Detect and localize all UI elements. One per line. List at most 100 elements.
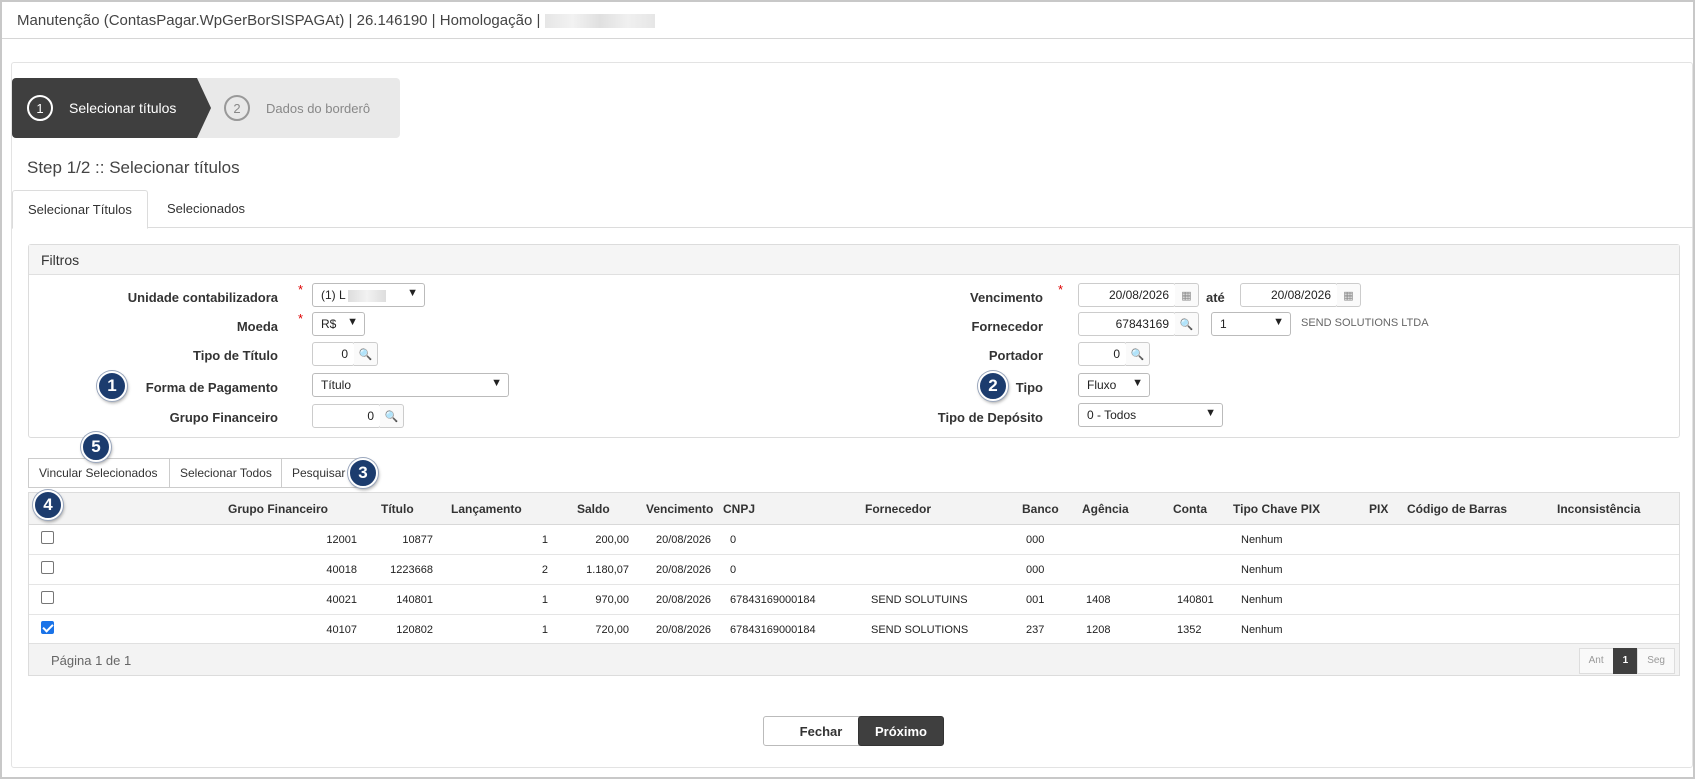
cell-lancamento: 2 <box>541 564 548 576</box>
cell-tipo-chave-pix: Nenhum <box>1241 564 1283 576</box>
redacted-user <box>544 14 655 29</box>
tipo-value: Fluxo <box>1087 378 1117 392</box>
grid-header: Grupo Financeiro Título Lançamento Saldo… <box>29 493 1679 525</box>
tab-bar: Selecionar Títulos Selecionados <box>12 190 1693 229</box>
pager-prev-button[interactable]: Ant <box>1578 648 1614 674</box>
cell-cnpj: 67843169000184 <box>730 624 816 636</box>
cell-grupo: 40018 <box>326 564 357 576</box>
col-fornecedor[interactable]: Fornecedor <box>865 502 931 516</box>
col-conta[interactable]: Conta <box>1173 502 1207 516</box>
col-lancamento[interactable]: Lançamento <box>451 502 522 516</box>
cell-banco: 000 <box>1026 534 1045 546</box>
pager: Ant 1 Seg <box>1578 648 1675 674</box>
vencimento-to-input[interactable]: 20/08/2026 <box>1240 283 1338 307</box>
portador-label: Portador <box>988 348 1043 363</box>
ate-label: até <box>1206 290 1225 305</box>
chevron-down-icon: ▼ <box>491 377 502 389</box>
grupo-financeiro-input[interactable]: 0 <box>312 404 381 428</box>
fornecedor-seq-select[interactable]: 1 ▼ <box>1211 312 1291 336</box>
chevron-down-icon: ▼ <box>347 316 358 328</box>
row-checkbox[interactable] <box>41 561 54 574</box>
tipo-deposito-select[interactable]: 0 - Todos ▼ <box>1078 403 1223 427</box>
redacted-unit <box>347 289 386 302</box>
search-icon[interactable]: 🔍 <box>1126 342 1150 366</box>
col-grupo-financeiro[interactable]: Grupo Financeiro <box>228 502 328 516</box>
row-checkbox[interactable] <box>41 621 54 634</box>
col-inconsistencia[interactable]: Inconsistência <box>1557 502 1640 516</box>
col-titulo[interactable]: Título <box>381 502 414 516</box>
grupo-financeiro-label: Grupo Financeiro <box>169 410 278 425</box>
cell-vencimento: 20/08/2026 <box>656 534 712 546</box>
tipo-deposito-value: 0 - Todos <box>1087 408 1137 422</box>
pager-current-page[interactable]: 1 <box>1612 648 1639 674</box>
col-codigo-barras[interactable]: Código de Barras <box>1407 502 1507 516</box>
filters-title: Filtros <box>29 245 1679 275</box>
tab-selecionados[interactable]: Selecionados <box>152 190 260 229</box>
col-pix[interactable]: PIX <box>1369 502 1388 516</box>
cell-lancamento: 1 <box>541 624 548 636</box>
required-mark: * <box>298 282 304 297</box>
col-saldo[interactable]: Saldo <box>577 502 610 516</box>
chevron-down-icon: ▼ <box>1273 316 1284 328</box>
moeda-value: R$ <box>321 317 337 331</box>
search-icon[interactable]: 🔍 <box>380 404 404 428</box>
required-mark: * <box>298 311 304 326</box>
tab-selecionar-titulos[interactable]: Selecionar Títulos <box>12 190 148 229</box>
col-cnpj[interactable]: CNPJ <box>723 502 755 516</box>
tipo-select[interactable]: Fluxo ▼ <box>1078 373 1150 397</box>
cell-vencimento: 20/08/2026 <box>656 594 712 606</box>
cell-agencia: 1408 <box>1086 594 1111 606</box>
cell-cnpj: 0 <box>730 534 737 546</box>
row-checkbox[interactable] <box>41 531 54 544</box>
search-icon[interactable]: 🔍 <box>1175 312 1199 336</box>
cell-banco: 237 <box>1026 624 1045 636</box>
vencimento-from-input[interactable]: 20/08/2026 <box>1078 283 1176 307</box>
portador-input[interactable]: 0 <box>1078 342 1127 366</box>
table-row[interactable]: 40107 120802 1 720,00 20/08/2026 678431690001… <box>29 615 1679 645</box>
calendar-icon[interactable]: ▦ <box>1175 283 1199 307</box>
proximo-button[interactable]: Próximo <box>858 716 944 746</box>
cell-saldo: 720,00 <box>595 624 629 636</box>
unidade-select[interactable]: (1) L ▼ <box>312 283 425 307</box>
step-number: 1 <box>27 95 53 121</box>
col-tipo-chave-pix[interactable]: Tipo Chave PIX <box>1233 502 1320 516</box>
cell-grupo: 40021 <box>326 594 357 606</box>
col-vencimento[interactable]: Vencimento <box>646 502 713 516</box>
cell-fornecedor: SEND SOLUTUINS <box>871 594 968 606</box>
calendar-icon[interactable]: ▦ <box>1337 283 1361 307</box>
step-heading: Step 1/2 :: Selecionar títulos <box>27 158 240 177</box>
row-checkbox[interactable] <box>41 591 54 604</box>
col-agencia[interactable]: Agência <box>1082 502 1129 516</box>
table-row[interactable]: 12001 10877 1 200,00 20/08/2026 0 000 Nenhum <box>29 525 1679 555</box>
tipo-titulo-label: Tipo de Título <box>193 348 278 363</box>
forma-pagamento-value: Título <box>321 378 352 392</box>
step-number: 2 <box>224 95 250 121</box>
pager-next-button[interactable]: Seg <box>1637 648 1675 674</box>
cell-vencimento: 20/08/2026 <box>656 624 712 636</box>
wizard-step-1[interactable]: 1 Selecionar títulos <box>12 78 211 138</box>
step-label: Selecionar títulos <box>69 100 177 116</box>
fornecedor-input[interactable]: 67843169 <box>1078 312 1176 336</box>
cell-tipo-chave-pix: Nenhum <box>1241 624 1283 636</box>
vencimento-label: Vencimento <box>970 290 1043 305</box>
unidade-label: Unidade contabilizadora <box>127 290 278 305</box>
table-row[interactable]: 40018 1223668 2 1.180,07 20/08/2026 0 000 Nenhu… <box>29 555 1679 585</box>
page-info: Página 1 de 1 <box>51 653 132 668</box>
wizard-step-2[interactable]: 2 Dados do borderô <box>224 78 370 138</box>
selecionar-todos-button[interactable]: Selecionar Todos <box>169 458 282 488</box>
vincular-selecionados-button[interactable]: Vincular Selecionados <box>28 458 170 488</box>
annotation-badge-5: 5 <box>81 432 111 462</box>
cell-titulo: 10877 <box>402 534 433 546</box>
forma-pagamento-select[interactable]: Título ▼ <box>312 373 509 397</box>
table-row[interactable]: 40021 140801 1 970,00 20/08/2026 678431690001… <box>29 585 1679 615</box>
col-banco[interactable]: Banco <box>1022 502 1059 516</box>
cell-grupo: 40107 <box>326 624 357 636</box>
tipo-titulo-input[interactable]: 0 <box>312 342 355 366</box>
cell-tipo-chave-pix: Nenhum <box>1241 534 1283 546</box>
moeda-select[interactable]: R$ ▼ <box>312 312 365 336</box>
cell-saldo: 200,00 <box>595 534 629 546</box>
cell-lancamento: 1 <box>541 594 548 606</box>
search-icon[interactable]: 🔍 <box>354 342 378 366</box>
unidade-value: (1) L <box>321 288 346 302</box>
cell-titulo: 140801 <box>396 594 433 606</box>
